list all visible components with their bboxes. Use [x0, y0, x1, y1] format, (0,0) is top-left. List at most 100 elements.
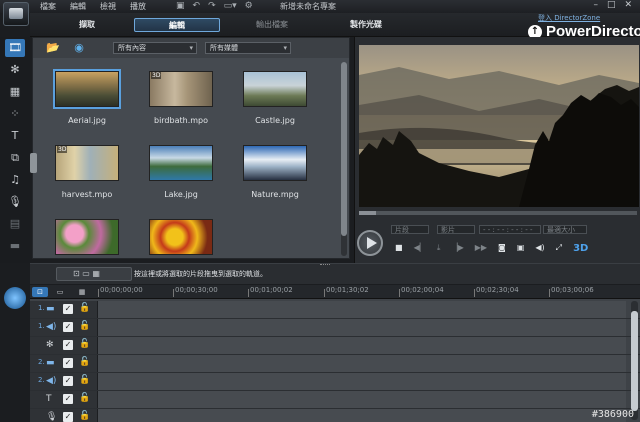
undo-icon[interactable]: ↶	[193, 1, 201, 11]
resize-grip[interactable]	[320, 264, 330, 267]
timeline-storyboard-switch[interactable]: ⊡ ▭ ▦	[56, 267, 132, 281]
document-title: 新增未命名專案	[280, 2, 336, 11]
timeline-ruler[interactable]: 00;00;00;00 00;00;30;00 00;01;00;02 00;0…	[98, 285, 634, 299]
minimize-button[interactable]: –	[593, 0, 598, 10]
download-media-icon[interactable]: ◉	[71, 41, 87, 55]
track-enable-checkbox[interactable]: ✓	[63, 340, 73, 350]
track-enable-checkbox[interactable]: ✓	[63, 376, 73, 386]
library-scrollbar[interactable]	[341, 62, 347, 256]
tab-create-disc[interactable]: 製作光碟	[336, 18, 396, 32]
redo-icon[interactable]: ↷	[208, 1, 216, 11]
audio-mixing-room-icon[interactable]: ♫	[5, 171, 25, 189]
directorzone-login-link[interactable]: 登入 DirectorZone	[538, 13, 600, 23]
timeline-view-icon[interactable]: ⊡	[32, 287, 48, 297]
track-lane[interactable]	[98, 355, 626, 372]
track-lane[interactable]	[98, 373, 626, 390]
tab-capture[interactable]: 擷取	[64, 18, 110, 32]
lock-icon[interactable]: 🔓	[79, 303, 90, 313]
media-thumb-castle[interactable]	[243, 71, 307, 107]
3d-badge: 3D	[57, 146, 68, 153]
media-filter-dropdown[interactable]: 所有媒體	[205, 42, 291, 54]
secondary-display-icon[interactable]: ▣	[517, 243, 525, 254]
effect-track-icon: ✻	[46, 340, 54, 350]
track-lane[interactable]	[98, 337, 626, 354]
transition-room-icon[interactable]: ⧉	[5, 149, 25, 167]
play-button[interactable]	[357, 230, 383, 256]
particle-room-icon[interactable]: ⁘	[5, 105, 25, 123]
content-filter-dropdown[interactable]: 所有內容	[113, 42, 197, 54]
screen-layout-icon[interactable]: ▭▾	[224, 1, 237, 11]
track-lane[interactable]	[98, 409, 626, 422]
maximize-button[interactable]: □	[607, 0, 616, 10]
close-button[interactable]: ✕	[624, 0, 632, 10]
track-lane[interactable]	[98, 391, 626, 408]
next-frame-icon[interactable]: ▕▶	[451, 243, 463, 254]
lock-icon[interactable]: 🔓	[79, 393, 90, 403]
media-thumb-harvest[interactable]: 3D	[55, 145, 119, 181]
library-scroll-thumb[interactable]	[341, 62, 347, 236]
subtitle-room-icon[interactable]: ▬	[5, 237, 25, 255]
pip-room-icon[interactable]: ▦	[5, 83, 25, 101]
media-thumb-blossoms[interactable]	[149, 219, 213, 255]
add-track-icon[interactable]: ▦	[74, 287, 90, 297]
track-enable-checkbox[interactable]: ✓	[63, 412, 73, 422]
effect-room-icon[interactable]: ✻	[5, 61, 25, 79]
track-number: 1.	[38, 304, 45, 312]
voiceover-room-icon[interactable]: 🎙	[5, 193, 25, 211]
menu-playback[interactable]: 播放	[130, 1, 146, 12]
volume-icon[interactable]: ◀)	[535, 243, 544, 254]
media-thumb-nature[interactable]	[243, 145, 307, 181]
track-enable-checkbox[interactable]: ✓	[63, 322, 73, 332]
menu-view[interactable]: 檢視	[100, 1, 116, 12]
menu-file[interactable]: 檔案	[40, 1, 56, 12]
menu-edit[interactable]: 編輯	[70, 1, 86, 12]
media-room-icon[interactable]: 🎞	[5, 39, 25, 57]
track-lane[interactable]	[98, 301, 626, 318]
lock-icon[interactable]: 🔓	[79, 357, 90, 367]
track-enable-checkbox[interactable]: ✓	[63, 394, 73, 404]
timecode-field[interactable]: - - : - - : - - : - -	[479, 225, 541, 234]
track-header: ✻ ✓ 🔓	[30, 337, 98, 354]
save-icon[interactable]: ▣	[176, 1, 185, 11]
lock-icon[interactable]: 🔓	[79, 411, 90, 421]
timeline-header: ⊡ ▭ ▦ 00;00;00;00 00;00;30;00 00;01;00;0…	[30, 285, 640, 299]
magic-tools-icon[interactable]	[4, 287, 26, 309]
tab-edit[interactable]: 編輯	[134, 18, 220, 32]
media-thumb-lake[interactable]	[149, 145, 213, 181]
track-header: 1. ▬ ✓ 🔓	[30, 301, 98, 318]
track-header: 2. ◀) ✓ 🔓	[30, 373, 98, 390]
movie-mode-button[interactable]: 影片	[437, 225, 475, 234]
tab-produce[interactable]: 輸出檔案	[242, 18, 302, 32]
chapter-room-icon[interactable]: ▤	[5, 215, 25, 233]
stop-icon[interactable]: ■	[395, 243, 403, 254]
fast-forward-icon[interactable]: ▶▶	[475, 243, 487, 254]
lock-icon[interactable]: 🔓	[79, 321, 90, 331]
track-lane[interactable]	[98, 319, 626, 336]
lock-icon[interactable]: 🔓	[79, 339, 90, 349]
library-collapse-handle[interactable]	[30, 153, 37, 173]
split-icon[interactable]: ⤓	[437, 243, 441, 254]
track-enable-checkbox[interactable]: ✓	[63, 358, 73, 368]
import-folder-icon[interactable]: 📂	[45, 41, 61, 55]
media-thumb-aerial[interactable]	[53, 69, 121, 109]
track-enable-checkbox[interactable]: ✓	[63, 304, 73, 314]
snapshot-icon[interactable]: ◙	[498, 243, 506, 254]
undock-icon[interactable]: ⤢	[556, 243, 562, 254]
ruler-tick: 00;02;30;04	[474, 286, 519, 297]
3d-mode-button[interactable]: 3D	[573, 243, 588, 254]
timeline-scrollbar[interactable]	[631, 301, 638, 420]
clip-mode-button[interactable]: 片段	[391, 225, 429, 234]
playback-progress[interactable]	[359, 211, 637, 215]
gear-icon[interactable]: ⚙	[245, 1, 253, 11]
lock-icon[interactable]: 🔓	[79, 375, 90, 385]
track-number: 2.	[38, 358, 45, 366]
storyboard-view-icon[interactable]: ▭	[52, 287, 68, 297]
media-thumb-birdbath[interactable]: 3D	[149, 71, 213, 107]
track-effect: ✻ ✓ 🔓	[30, 337, 640, 355]
timeline-scroll-thumb[interactable]	[631, 311, 638, 411]
media-thumb-flowers[interactable]	[55, 219, 119, 255]
fit-size-dropdown[interactable]: 最適大小	[543, 225, 587, 234]
previous-frame-icon[interactable]: ◀▏	[414, 243, 426, 254]
track-title: T ✓ 🔓	[30, 391, 640, 409]
title-room-icon[interactable]: T	[5, 127, 25, 145]
